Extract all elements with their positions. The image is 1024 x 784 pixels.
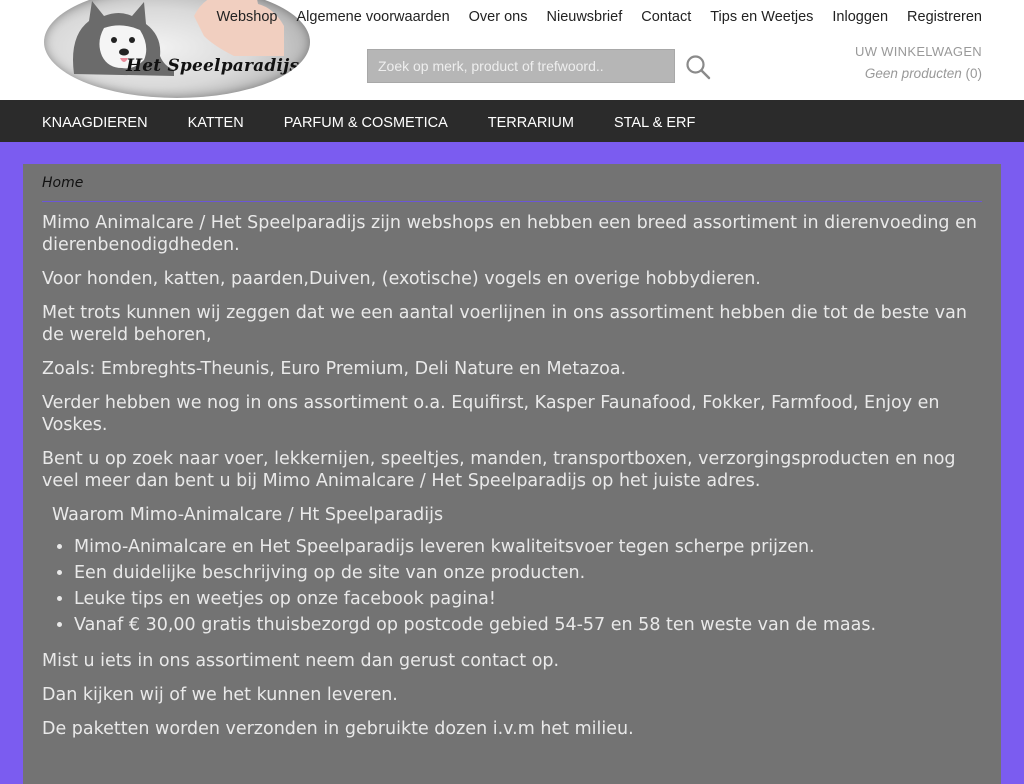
- main-nav-terrarium[interactable]: TERRARIUM: [488, 115, 574, 131]
- cart-title[interactable]: UW WINKELWAGEN: [855, 44, 982, 59]
- main-nav-stable-yard[interactable]: STAL & ERF: [614, 115, 695, 131]
- search-input[interactable]: [368, 50, 674, 82]
- why-heading: Waarom Mimo-Animalcare / Ht Speelparadij…: [52, 505, 444, 525]
- top-nav: Webshop Algemene voorwaarden Over ons Ni…: [198, 9, 983, 25]
- paragraph: Bent u op zoek naar voer, lekkernijen, s…: [42, 449, 956, 491]
- cart-status[interactable]: Geen producten (0): [865, 66, 982, 81]
- top-nav-login[interactable]: Inloggen: [832, 9, 888, 25]
- logo-text: Het Speelparadijs: [126, 56, 300, 76]
- list-item: Mimo-Animalcare en Het Speelparadijs lev…: [74, 536, 987, 558]
- search-icon: [686, 55, 711, 80]
- list-item: Vanaf € 30,00 gratis thuisbezorgd op pos…: [74, 614, 987, 636]
- top-nav-about[interactable]: Over ons: [469, 9, 528, 25]
- main-nav: KNAAGDIEREN KATTEN PARFUM & COSMETICA TE…: [0, 100, 1024, 142]
- header: Het Speelparadijs Webshop Algemene voorw…: [0, 0, 1024, 100]
- benefits-list: Mimo-Animalcare en Het Speelparadijs lev…: [42, 536, 987, 636]
- search-button[interactable]: [684, 53, 712, 81]
- cart-count: (0): [965, 66, 983, 81]
- top-nav-terms[interactable]: Algemene voorwaarden: [297, 9, 450, 25]
- paragraph: De paketten worden verzonden in gebruikt…: [42, 719, 634, 739]
- content-panel: Home Mimo Animalcare / Het Speelparadijs…: [23, 164, 1001, 784]
- breadcrumb[interactable]: Home: [42, 175, 83, 191]
- paragraph: Dan kijken wij of we het kunnen leveren.: [42, 685, 398, 705]
- paragraph: Verder hebben we nog in ons assortiment …: [42, 393, 940, 435]
- main-nav-rodents[interactable]: KNAAGDIEREN: [42, 115, 148, 131]
- cart-status-text: Geen producten: [864, 66, 962, 81]
- paragraph: Met trots kunnen wij zeggen dat we een a…: [42, 303, 967, 345]
- top-nav-webshop[interactable]: Webshop: [217, 9, 278, 25]
- paragraph: Zoals: Embreghts-Theunis, Euro Premium, …: [42, 359, 627, 379]
- paragraph: Mist u iets in ons assortiment neem dan …: [42, 651, 560, 671]
- paragraph: Mimo Animalcare / Het Speelparadijs zijn…: [42, 213, 977, 255]
- main-nav-perfume-cosmetics[interactable]: PARFUM & COSMETICA: [284, 115, 448, 131]
- list-item: Leuke tips en weetjes op onze facebook p…: [74, 588, 987, 610]
- paragraph: Voor honden, katten, paarden,Duiven, (ex…: [42, 269, 761, 289]
- top-nav-contact[interactable]: Contact: [641, 9, 691, 25]
- top-nav-register[interactable]: Registreren: [907, 9, 982, 25]
- divider: [42, 201, 982, 202]
- main-nav-cats[interactable]: KATTEN: [188, 115, 244, 131]
- top-nav-newsletter[interactable]: Nieuwsbrief: [547, 9, 623, 25]
- top-nav-tips[interactable]: Tips en Weetjes: [710, 9, 813, 25]
- body-text: Mimo Animalcare / Het Speelparadijs zijn…: [42, 212, 987, 752]
- list-item: Een duidelijke beschrijving op de site v…: [74, 562, 987, 584]
- search-box: [367, 49, 675, 83]
